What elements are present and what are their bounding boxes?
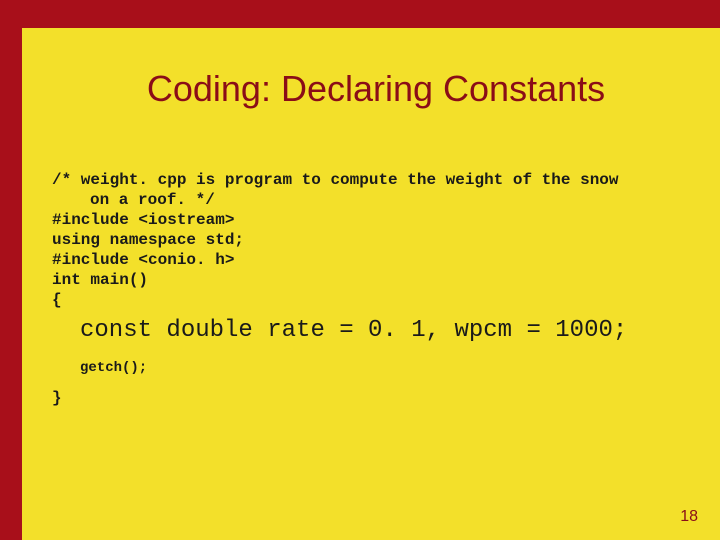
code-line-include-iostream: #include <iostream> (52, 211, 234, 229)
code-line-include-conio: #include <conio. h> (52, 251, 234, 269)
code-line-using-namespace: using namespace std; (52, 231, 244, 249)
code-block: /* weight. cpp is program to compute the… (52, 150, 700, 408)
code-line-const: const double rate = 0. 1, wpcm = 1000; (52, 310, 700, 346)
code-line-getch: getch(); (52, 346, 700, 378)
code-line-close-brace: } (52, 378, 700, 408)
slide-title: Coding: Declaring Constants (52, 68, 700, 110)
code-line-open-brace: { (52, 291, 62, 309)
slide-body: Coding: Declaring Constants /* weight. c… (22, 28, 720, 540)
slide-container: Coding: Declaring Constants /* weight. c… (0, 0, 720, 540)
code-comment-line2: on a roof. */ (52, 190, 700, 210)
code-line-main: int main() (52, 271, 148, 289)
page-number: 18 (680, 508, 698, 526)
code-comment-line1: /* weight. cpp is program to compute the… (52, 171, 619, 189)
